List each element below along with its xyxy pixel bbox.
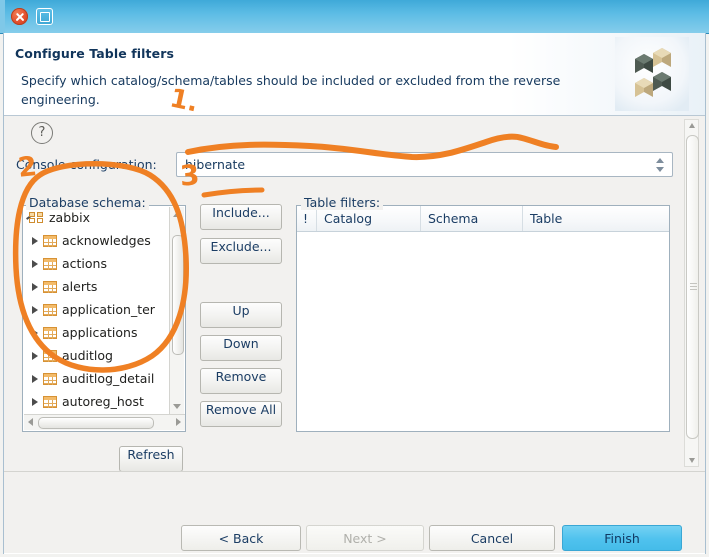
finish-button[interactable]: Finish — [562, 525, 682, 551]
refresh-button[interactable]: Refresh — [119, 446, 183, 472]
remove-all-button[interactable]: Remove All — [200, 401, 282, 427]
table-filters-label: Table filters: — [301, 195, 383, 210]
database-schema-label: Database schema: — [26, 195, 149, 210]
scroll-left-icon[interactable] — [28, 418, 33, 426]
move-down-button[interactable]: Down — [200, 335, 282, 361]
spinner-icon[interactable] — [655, 156, 666, 175]
twisty-collapsed-icon[interactable] — [32, 375, 38, 383]
exclude-button[interactable]: Exclude... — [200, 238, 282, 264]
scroll-right-icon[interactable] — [176, 418, 181, 426]
tree-horizontal-scrollbar[interactable] — [24, 414, 185, 430]
tree-item-label: alerts — [62, 279, 97, 294]
tree-vertical-scrollbar[interactable] — [169, 207, 184, 414]
tree-item-label: applications — [62, 325, 137, 340]
include-button[interactable]: Include... — [200, 204, 282, 230]
twisty-collapsed-icon[interactable] — [32, 398, 38, 406]
cancel-button[interactable]: Cancel — [429, 525, 555, 551]
remove-button[interactable]: Remove — [200, 368, 282, 394]
page-vertical-scrollbar[interactable] — [684, 119, 699, 467]
twisty-collapsed-icon[interactable] — [32, 237, 38, 245]
next-button: Next > — [306, 525, 424, 551]
tree-item-autoreg-host[interactable]: autoreg_host — [23, 390, 171, 413]
table-icon — [43, 350, 57, 362]
tree-item-label: autoreg_host — [62, 394, 144, 409]
scrollbar-grip — [690, 283, 697, 290]
tree-item-auditlog-details[interactable]: auditlog_detail — [23, 367, 171, 390]
tree-item-label: application_ter — [62, 302, 155, 317]
twisty-collapsed-icon[interactable] — [32, 306, 38, 314]
table-icon — [43, 396, 57, 408]
dialog-header: Configure Table filters Specify which ca… — [4, 33, 705, 116]
scrollbar-thumb[interactable] — [686, 135, 699, 439]
column-header-schema[interactable]: Schema — [421, 206, 523, 231]
page-description: Specify which catalog/schema/tables shou… — [21, 71, 621, 109]
database-schema-tree[interactable]: zabbix acknowledges actions alerts appli — [23, 206, 171, 415]
console-configuration-combo[interactable]: hibernate — [176, 152, 673, 177]
scroll-down-icon[interactable] — [173, 404, 181, 409]
back-button[interactable]: < Back — [181, 525, 301, 551]
twisty-collapsed-icon[interactable] — [32, 283, 38, 291]
twisty-collapsed-icon[interactable] — [32, 260, 38, 268]
page-title: Configure Table filters — [15, 46, 174, 61]
database-schema-tree-panel[interactable]: zabbix acknowledges actions alerts appli — [22, 205, 186, 432]
tree-item-auditlog[interactable]: auditlog — [23, 344, 171, 367]
tree-item-applications[interactable]: applications — [23, 321, 171, 344]
annotation-number-2: 2 — [16, 151, 38, 184]
title-bar — [0, 0, 709, 34]
tree-item-label: zabbix — [49, 210, 90, 225]
table-icon — [43, 281, 57, 293]
tree-item-label: acknowledges — [62, 233, 151, 248]
help-icon[interactable]: ? — [31, 122, 53, 144]
scroll-down-icon[interactable] — [689, 458, 695, 463]
table-icon — [43, 235, 57, 247]
dialog-body: Configure Table filters Specify which ca… — [3, 33, 706, 554]
table-icon — [43, 258, 57, 270]
chevron-up-icon — [656, 158, 664, 163]
tree-item-acknowledges[interactable]: acknowledges — [23, 229, 171, 252]
scrollbar-thumb[interactable] — [172, 235, 184, 355]
table-icon — [43, 327, 57, 339]
tree-item-application-template[interactable]: application_ter — [23, 298, 171, 321]
title-bar-left-edge — [0, 0, 5, 33]
scroll-up-icon[interactable] — [173, 212, 181, 217]
table-filters-panel[interactable]: ! Catalog Schema Table — [296, 205, 670, 432]
tree-item-alerts[interactable]: alerts — [23, 275, 171, 298]
close-icon[interactable] — [11, 8, 28, 25]
table-icon — [43, 373, 57, 385]
twisty-collapsed-icon[interactable] — [32, 329, 38, 337]
tree-item-label: actions — [62, 256, 107, 271]
annotation-number-3: 3 — [179, 158, 201, 192]
table-icon — [43, 304, 57, 316]
tree-item-label: auditlog — [62, 348, 113, 363]
maximize-glyph — [40, 12, 50, 22]
tree-item-label: auditlog_detail — [62, 371, 154, 386]
twisty-collapsed-icon[interactable] — [32, 352, 38, 360]
scrollbar-thumb[interactable] — [38, 417, 154, 429]
hibernate-logo — [615, 37, 689, 111]
scroll-up-icon[interactable] — [689, 123, 695, 128]
schema-icon — [29, 212, 44, 224]
column-header-table[interactable]: Table — [523, 206, 669, 231]
dialog-window: Configure Table filters Specify which ca… — [0, 0, 709, 557]
maximize-icon[interactable] — [36, 8, 53, 25]
chevron-down-icon — [656, 167, 664, 172]
move-up-button[interactable]: Up — [200, 302, 282, 328]
tree-item-actions[interactable]: actions — [23, 252, 171, 275]
